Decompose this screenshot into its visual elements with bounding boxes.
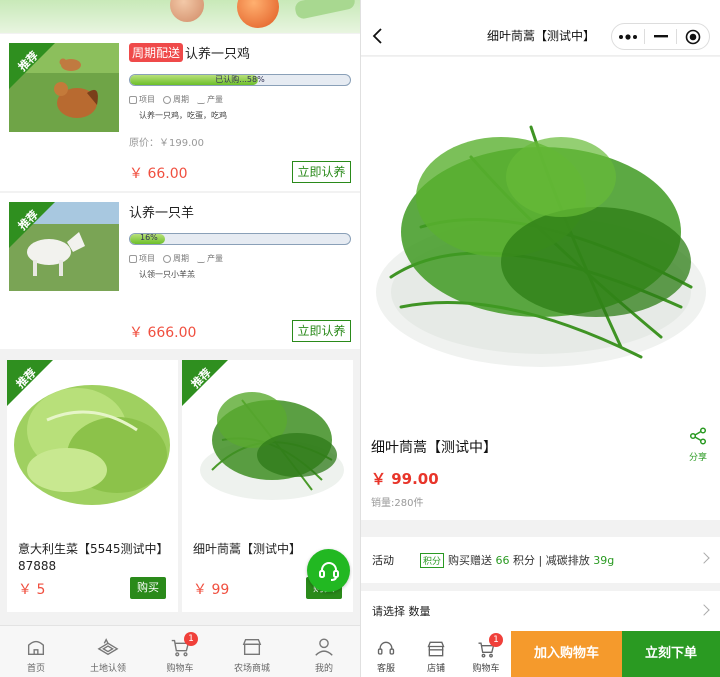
user-icon xyxy=(315,638,333,656)
product-hero-image xyxy=(361,57,720,420)
adopt-price: ￥ 66.00 xyxy=(129,166,188,182)
headset-icon xyxy=(377,641,395,655)
minus-icon xyxy=(653,34,668,37)
customer-service-fab[interactable] xyxy=(307,549,350,592)
select-label: 请选择 数量 xyxy=(372,605,431,618)
grid-icon xyxy=(129,254,137,263)
adopt-desc: 认领一只小羊羔 xyxy=(139,270,195,279)
recommend-badge: 推荐 xyxy=(7,360,53,406)
product-info: 细叶茼蒿【测试中】 分享 ￥ 99.00 销量:280件 xyxy=(361,420,720,520)
recommend-badge: 推荐 xyxy=(9,43,55,89)
mini-program-capsule xyxy=(611,23,710,50)
buy-now-button[interactable]: 立刻下单 xyxy=(622,631,720,677)
crown-daisy-image: 推荐 xyxy=(182,360,353,520)
target-icon xyxy=(685,29,701,44)
product-price: ￥ 99.00 xyxy=(371,470,439,488)
banner-tomato-image xyxy=(237,0,279,28)
adopt-card-chicken[interactable]: 推荐 周期配送 认养一只鸡 已认购...58% 项目 周期 产量 认养一只鸡，吃… xyxy=(0,34,360,191)
adopt-title: 认养一只羊 xyxy=(129,206,195,221)
original-price: 原价：￥199.00 xyxy=(129,138,204,149)
adopt-desc: 认养一只鸡，吃蛋，吃鸡 xyxy=(139,111,227,120)
land-icon xyxy=(97,638,119,656)
nav-bar: 细叶茼蒿【测试中】 xyxy=(361,0,720,56)
tab-store[interactable]: 农场商城 xyxy=(216,626,288,677)
share-button[interactable]: 分享 xyxy=(686,427,710,463)
activity-row[interactable]: 活动 积分 购买赠送 66 积分 | 减碳排放 39g xyxy=(361,537,720,583)
chicken-image: 推荐 xyxy=(9,43,119,132)
sales-count: 销量:280件 xyxy=(371,498,424,509)
more-dots-icon xyxy=(618,33,637,40)
bar-chart-icon xyxy=(197,96,205,104)
cart-count-badge: 1 xyxy=(489,633,503,647)
clock-icon xyxy=(163,254,171,263)
lettuce-image: 推荐 xyxy=(7,360,178,520)
activity-text: 购买赠送 66 积分 | 减碳排放 39g xyxy=(448,554,615,567)
store-icon xyxy=(427,641,445,657)
share-icon xyxy=(689,427,707,445)
bottom-action-bar: 客服 店铺 购物车 1 加入购物车 立刻下单 xyxy=(361,631,720,677)
adopt-price: ￥ 666.00 xyxy=(129,325,197,341)
product-detail-screen: 细叶茼蒿【测试中】 细叶茼蒿【测试中】 分享 ￥ 99.00 销量:280件 活… xyxy=(361,0,720,677)
product-price: ￥ 5 xyxy=(18,582,46,598)
chevron-right-icon xyxy=(698,552,710,564)
store-icon xyxy=(242,638,262,656)
add-to-cart-button[interactable]: 加入购物车 xyxy=(511,631,622,677)
recommend-badge: 推荐 xyxy=(182,360,228,406)
banner-leaf-image xyxy=(293,0,357,21)
cycle-delivery-tag: 周期配送 xyxy=(129,43,184,62)
tab-home[interactable]: 首页 xyxy=(0,626,72,677)
adopt-now-button[interactable]: 立即认养 xyxy=(292,161,351,183)
adopt-meta: 项目 周期 产量 xyxy=(129,94,223,105)
tab-land[interactable]: 土地认领 xyxy=(72,626,144,677)
banner-fruit-image xyxy=(170,0,204,22)
select-quantity-row[interactable]: 请选择 数量 xyxy=(361,591,720,631)
cart-count-badge: 1 xyxy=(184,632,198,646)
tab-mine[interactable]: 我的 xyxy=(288,626,360,677)
adopt-progress-bar: 16% xyxy=(129,233,351,245)
bar-chart-icon xyxy=(197,255,205,263)
home-icon xyxy=(27,640,45,656)
top-banner xyxy=(0,0,360,33)
product-name: 细叶茼蒿【测试中】 xyxy=(371,440,497,456)
recommend-badge: 推荐 xyxy=(9,202,55,248)
page-title: 细叶茼蒿【测试中】 xyxy=(486,29,595,43)
bottom-tab-bar: 首页 土地认领 购物车 1 农场商城 我的 xyxy=(0,625,360,677)
sheep-image: 推荐 xyxy=(9,202,119,291)
minimize-button[interactable] xyxy=(645,24,677,49)
cart-button[interactable]: 购物车 1 xyxy=(461,631,511,677)
headset-icon xyxy=(318,561,339,581)
adopt-title: 周期配送 认养一只鸡 xyxy=(129,43,250,62)
product-name: 意大利生菜【5545测试中】87888 xyxy=(18,542,169,573)
more-button[interactable] xyxy=(612,24,644,49)
shop-button[interactable]: 店铺 xyxy=(411,631,461,677)
clock-icon xyxy=(163,95,171,104)
tab-cart[interactable]: 购物车 1 xyxy=(144,626,216,677)
adopt-meta: 项目 周期 产量 xyxy=(129,253,223,264)
product-price: ￥ 99 xyxy=(193,582,230,598)
grid-icon xyxy=(129,95,137,104)
adopt-card-sheep[interactable]: 推荐 认养一只羊 16% 项目 周期 产量 认领一只小羊羔 ￥ 666.00 立… xyxy=(0,193,360,349)
service-button[interactable]: 客服 xyxy=(361,631,411,677)
adopt-progress-bar: 已认购...58% xyxy=(129,74,351,86)
buy-button[interactable]: 购买 xyxy=(130,577,166,599)
chevron-right-icon xyxy=(698,604,710,616)
activity-label: 活动 xyxy=(372,554,394,567)
farm-home-screen: 推荐 周期配送 认养一只鸡 已认购...58% 项目 周期 产量 认养一只鸡，吃… xyxy=(0,0,360,677)
product-card-lettuce[interactable]: 推荐 意大利生菜【5545测试中】87888 ￥ 5 xyxy=(7,360,178,612)
close-button[interactable] xyxy=(677,24,709,49)
back-arrow-icon[interactable] xyxy=(372,28,384,44)
adopt-now-button[interactable]: 立即认养 xyxy=(292,320,351,342)
points-tag: 积分 xyxy=(420,552,445,568)
